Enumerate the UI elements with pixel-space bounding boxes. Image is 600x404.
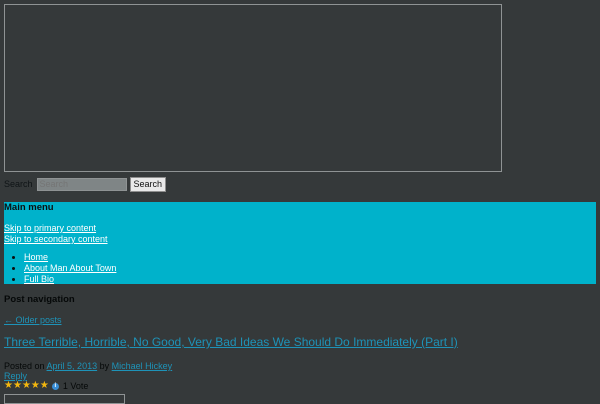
post-meta: Posted on April 5, 2013 by Michael Hicke… (4, 361, 172, 371)
menu-link-full-bio[interactable]: Full Bio (24, 274, 54, 284)
posted-on-label: Posted on (4, 361, 45, 371)
main-menu: Main menu Skip to primary content Skip t… (4, 202, 596, 284)
search-form: Search Search (4, 176, 167, 192)
post-title-link[interactable]: Three Terrible, Horrible, No Good, Very … (4, 335, 458, 349)
search-button[interactable]: Search (129, 176, 167, 192)
search-input[interactable] (36, 177, 127, 191)
post-date-link[interactable]: April 5, 2013 (47, 361, 98, 371)
star-icon[interactable]: ★ (31, 381, 40, 391)
star-icon[interactable]: ★ (13, 381, 22, 391)
search-label: Search (4, 179, 33, 189)
older-posts-link[interactable]: ← Older posts (4, 315, 62, 325)
menu-item-home: Home (24, 252, 116, 263)
info-icon[interactable]: i (51, 382, 59, 390)
header-image-placeholder (4, 4, 502, 172)
menu-item-full-bio: Full Bio (24, 274, 116, 285)
rating-widget: ★ ★ ★ ★ ★ i 1 Vote (4, 381, 89, 392)
menu-item-about: About Man About Town (24, 263, 116, 274)
star-icon[interactable]: ★ (40, 381, 49, 391)
menu-link-home[interactable]: Home (24, 252, 48, 262)
by-label: by (99, 361, 110, 371)
main-menu-heading: Main menu (4, 202, 54, 213)
post-navigation-heading: Post navigation (4, 294, 75, 305)
main-menu-list: Home About Man About Town Full Bio (24, 252, 116, 285)
content-box (4, 394, 125, 404)
author-link[interactable]: Michael Hickey (112, 361, 173, 371)
skip-to-primary-link[interactable]: Skip to primary content (4, 223, 96, 233)
menu-link-about[interactable]: About Man About Town (24, 263, 116, 273)
vote-count: 1 Vote (62, 381, 89, 391)
star-icon[interactable]: ★ (4, 381, 13, 391)
skip-to-secondary-link[interactable]: Skip to secondary content (4, 234, 108, 244)
star-icon[interactable]: ★ (22, 381, 31, 391)
